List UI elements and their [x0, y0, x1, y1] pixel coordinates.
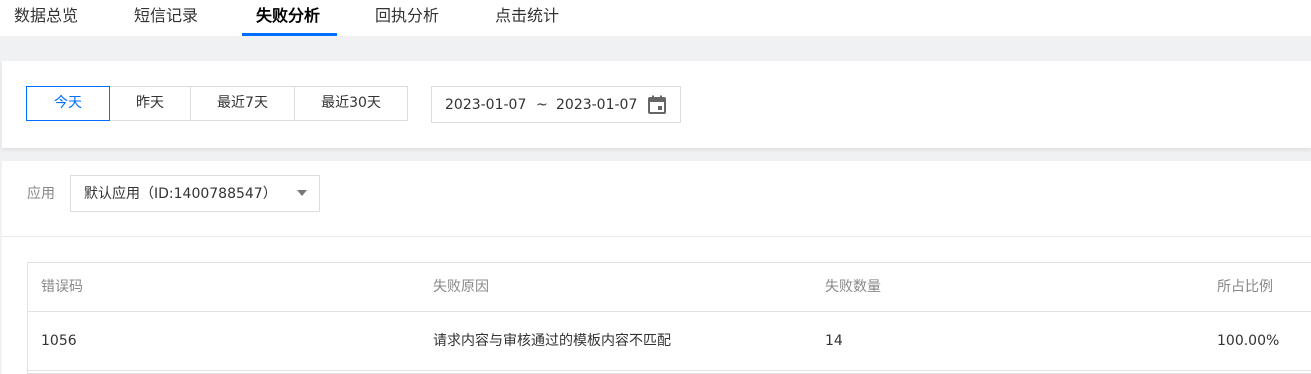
tab-sms-records[interactable]: 短信记录 — [134, 6, 198, 26]
table-row: 1056 请求内容与审核通过的模板内容不匹配 14 100.00% — [28, 312, 1311, 371]
range-today-button[interactable]: 今天 — [26, 86, 110, 121]
active-tab-indicator — [242, 33, 337, 36]
chevron-down-icon — [297, 190, 307, 196]
date-separator: ~ — [536, 97, 548, 113]
cell-reason: 请求内容与审核通过的模板内容不匹配 — [433, 333, 671, 349]
range-yesterday-button[interactable]: 昨天 — [109, 86, 191, 121]
calendar-icon[interactable] — [647, 95, 667, 115]
start-date: 2023-01-07 — [445, 97, 527, 113]
col-header-ratio: 所占比例 — [1217, 279, 1273, 295]
cell-count: 14 — [825, 333, 843, 349]
top-tab-bar: 数据总览 短信记录 失败分析 回执分析 点击统计 — [0, 0, 1311, 36]
app-select-value: 默认应用（ID:1400788547） — [84, 186, 277, 202]
table-header: 错误码 失败原因 失败数量 所占比例 — [28, 263, 1311, 312]
divider — [2, 236, 1311, 237]
range-last7-button[interactable]: 最近7天 — [190, 86, 295, 121]
col-header-count: 失败数量 — [825, 279, 881, 295]
date-range-picker[interactable]: 2023-01-07 ~ 2023-01-07 — [431, 86, 681, 123]
range-last30-button[interactable]: 最近30天 — [294, 86, 408, 121]
failure-table: 错误码 失败原因 失败数量 所占比例 1056 请求内容与审核通过的模板内容不匹… — [27, 262, 1311, 374]
end-date: 2023-01-07 — [556, 97, 638, 113]
col-header-error-code: 错误码 — [41, 279, 83, 295]
tab-overview[interactable]: 数据总览 — [14, 6, 78, 26]
app-select[interactable]: 默认应用（ID:1400788547） — [70, 175, 320, 212]
app-label: 应用 — [27, 186, 55, 202]
tab-failure-analysis[interactable]: 失败分析 — [256, 6, 320, 26]
cell-ratio: 100.00% — [1217, 333, 1280, 349]
col-header-reason: 失败原因 — [433, 279, 489, 295]
tab-click-stats[interactable]: 点击统计 — [495, 6, 559, 26]
tab-receipt-analysis[interactable]: 回执分析 — [375, 6, 439, 26]
cell-error-code: 1056 — [41, 333, 77, 349]
